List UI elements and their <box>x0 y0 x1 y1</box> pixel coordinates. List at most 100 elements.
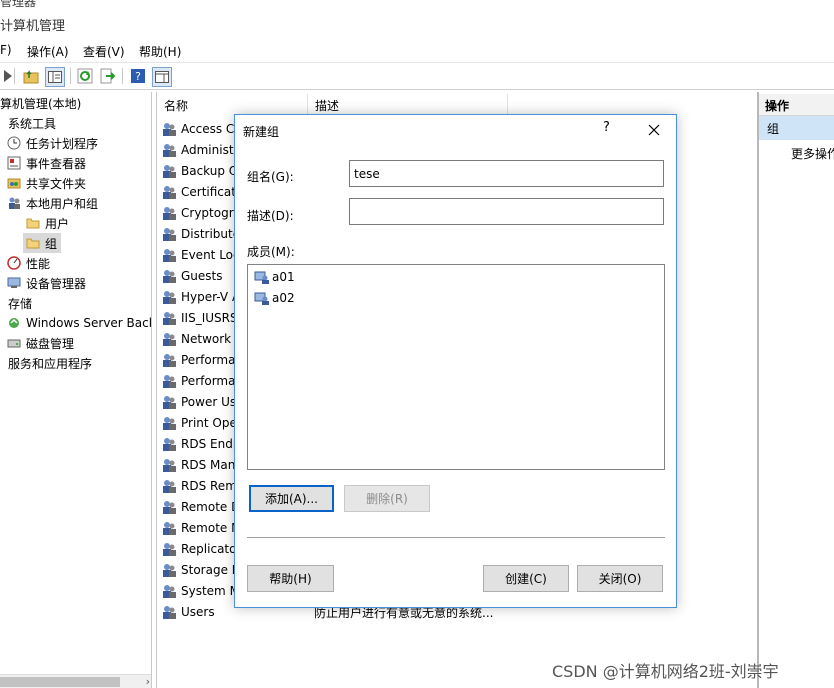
tree-item-task-scheduler[interactable]: 任务计划程序 <box>6 133 98 153</box>
tree-item-services-applications[interactable]: 服务和应用程序 <box>8 353 92 373</box>
table-row[interactable]: Certificat <box>161 181 236 202</box>
help-icon[interactable]: ? <box>129 67 147 85</box>
close-button[interactable]: 关闭(O) <box>577 565 663 592</box>
tree-item-performance[interactable]: 性能 <box>6 253 50 273</box>
tree-item-windows-server-backup[interactable]: Windows Server Back <box>6 313 151 333</box>
table-row[interactable]: Remote M <box>161 517 241 538</box>
tree-item-event-viewer[interactable]: 事件查看器 <box>6 153 86 173</box>
tree-item-label: 磁盘管理 <box>26 336 75 351</box>
group-name: Certificat <box>181 184 236 199</box>
window-titlebar: 计算机管理 <box>0 8 834 38</box>
group-name: Administr <box>181 142 239 157</box>
table-row[interactable]: Remote D <box>161 496 240 517</box>
column-header-name[interactable]: 名称 <box>157 94 308 116</box>
tree-item-disk-management[interactable]: 磁盘管理 <box>6 333 74 353</box>
tree-item-local-users-groups[interactable]: 本地用户和组 <box>6 193 98 213</box>
group-name: Remote M <box>181 520 242 535</box>
group-icon <box>161 373 177 389</box>
group-icon <box>161 478 177 494</box>
tree-item-label: 共享文件夹 <box>26 176 87 191</box>
svg-text:?: ? <box>135 70 141 83</box>
forward-icon[interactable] <box>0 67 18 85</box>
table-row[interactable]: RDS Endp <box>161 433 240 454</box>
group-name: Power Us <box>181 394 237 409</box>
members-listbox[interactable]: a01 a02 <box>247 264 665 470</box>
menu-view[interactable]: 查看(V) <box>83 43 125 60</box>
folder-icon <box>25 215 41 231</box>
backup-icon <box>6 315 22 331</box>
folder-icon <box>25 235 41 251</box>
menu-file[interactable]: F) <box>0 43 12 57</box>
clock-icon <box>6 135 22 151</box>
event-viewer-icon <box>6 155 22 171</box>
table-row[interactable]: Storage R <box>161 559 240 580</box>
tree-item-groups[interactable]: 组 <box>23 233 62 253</box>
group-icon <box>161 457 177 473</box>
dialog-help-button[interactable]: ? <box>603 120 610 135</box>
tree-item-users[interactable]: 用户 <box>25 213 69 233</box>
scroll-right-arrow-icon[interactable]: › <box>146 675 150 688</box>
group-icon <box>161 142 177 158</box>
table-row[interactable]: Cryptogra <box>161 202 241 223</box>
table-row[interactable]: Event Log <box>161 244 241 265</box>
menu-help[interactable]: 帮助(H) <box>139 43 181 60</box>
table-row[interactable]: Backup O <box>161 160 238 181</box>
refresh-icon[interactable] <box>76 67 94 85</box>
tree-item-storage[interactable]: 存储 <box>8 293 32 313</box>
table-row[interactable]: Performa <box>161 349 235 370</box>
table-row[interactable]: Network <box>161 328 231 349</box>
actions-group-section[interactable]: 组 <box>759 116 834 140</box>
member-item[interactable]: a01 <box>254 267 295 287</box>
table-row[interactable]: Users <box>161 601 215 622</box>
tree-item-shared-folders[interactable]: 共享文件夹 <box>6 173 86 193</box>
table-row[interactable]: IIS_IUSRS <box>161 307 238 328</box>
table-row[interactable]: RDS Man <box>161 454 235 475</box>
toolbar: ? <box>0 62 834 90</box>
scrollbar-thumb[interactable] <box>0 677 120 687</box>
toolbar-separator <box>122 68 123 84</box>
table-row[interactable]: RDS Rem <box>161 475 237 496</box>
table-row[interactable]: Replicato <box>161 538 236 559</box>
member-item[interactable]: a02 <box>254 288 295 308</box>
show-tree-icon[interactable] <box>45 67 65 87</box>
tree-horizontal-scrollbar[interactable]: › <box>0 674 151 688</box>
group-name: Print Ope <box>181 415 237 430</box>
properties-icon[interactable] <box>152 67 172 87</box>
create-button[interactable]: 创建(C) <box>483 565 569 592</box>
user-icon <box>254 290 270 306</box>
table-row[interactable]: Power Us <box>161 391 236 412</box>
group-name-input[interactable] <box>349 160 664 187</box>
members-label: 成员(M): <box>247 245 295 259</box>
disk-icon <box>6 335 22 351</box>
tree-item-computer-management[interactable]: 算机管理(本地) <box>0 93 81 113</box>
close-icon[interactable] <box>639 119 669 141</box>
tree-item-system-tools[interactable]: 系统工具 <box>8 113 56 133</box>
description-input[interactable] <box>349 198 664 225</box>
add-member-button[interactable]: 添加(A)... <box>249 485 334 512</box>
group-icon <box>161 289 177 305</box>
column-header-description[interactable]: 描述 <box>308 94 508 116</box>
export-icon[interactable] <box>99 67 117 85</box>
table-row[interactable]: Administr <box>161 139 238 160</box>
table-row[interactable]: System M <box>161 580 240 601</box>
tree-item-device-manager[interactable]: 设备管理器 <box>6 273 86 293</box>
menu-action[interactable]: 操作(A) <box>27 43 69 60</box>
group-name: Storage R <box>181 562 241 577</box>
table-row[interactable]: Access Co <box>161 118 242 139</box>
group-icon <box>161 121 177 137</box>
table-row[interactable]: Hyper-V A <box>161 286 240 307</box>
group-name: Performa <box>181 352 236 367</box>
table-row[interactable]: Guests <box>161 265 223 286</box>
dialog-separator <box>247 537 665 538</box>
up-folder-icon[interactable] <box>22 67 40 85</box>
dialog-title: 新建组 <box>243 125 280 139</box>
table-row[interactable]: Print Ope <box>161 412 237 433</box>
group-icon <box>161 352 177 368</box>
more-actions-link[interactable]: 更多操作 <box>791 145 834 162</box>
help-button[interactable]: 帮助(H) <box>247 565 334 592</box>
table-row[interactable]: Distribute <box>161 223 240 244</box>
remove-member-button[interactable]: 删除(R) <box>344 485 430 512</box>
group-icon <box>161 226 177 242</box>
table-row[interactable]: Performa <box>161 370 235 391</box>
toolbar-separator <box>70 68 71 84</box>
